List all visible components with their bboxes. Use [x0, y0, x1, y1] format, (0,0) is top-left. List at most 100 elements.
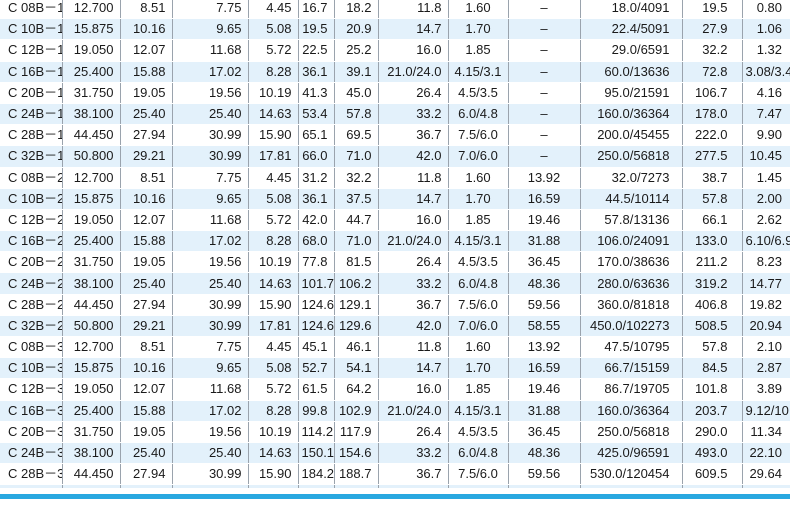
table-cell: 30.99 — [171, 294, 248, 316]
table-cell: 57.8/13136 — [579, 209, 682, 232]
table-cell: 10.45 — [741, 145, 790, 168]
table-cell: 11.68 — [171, 378, 248, 401]
table-cell: 66.0 — [297, 145, 334, 168]
table-row: C 24B－2 38.100 25.40 25.40 14.63 101.7 106.2 33… — [0, 272, 790, 295]
table-cell: 25.40 — [171, 103, 248, 126]
table-cell: 37.5 — [333, 188, 378, 210]
table-cell: 4.5/3.5 — [447, 82, 508, 104]
table-cell: 44.7 — [333, 209, 378, 232]
table-cell: 1.85 — [447, 209, 508, 232]
table-cell: 30.99 — [171, 315, 248, 338]
table-cell: 406.8 — [681, 294, 742, 316]
table-cell: 14.77 — [741, 272, 790, 295]
table-cell: 25.400 — [61, 400, 120, 422]
table-cell: 50.800 — [61, 484, 120, 488]
table-cell: 19.56 — [171, 82, 248, 104]
table-cell: 1.70 — [447, 188, 508, 210]
table-cell: 15.90 — [247, 463, 298, 486]
table-cell: 38.100 — [61, 442, 120, 465]
table-row: C 10B－1 15.875 10.16 9.65 5.08 19.5 20.9 14.7 1.… — [0, 18, 790, 41]
chain-model-cell: C 16B－2 — [0, 230, 62, 253]
table-cell: 17.02 — [171, 400, 248, 422]
table-cell: 86.7/19705 — [579, 378, 682, 401]
table-cell: 15.88 — [119, 400, 172, 422]
table-cell: – — [507, 39, 580, 62]
chain-model-cell: C 12B－2 — [0, 209, 62, 232]
chain-model-cell: C 24B－1 — [0, 103, 62, 126]
table-cell: 7.75 — [171, 167, 248, 189]
table-cell: 53.4 — [297, 103, 334, 126]
table-cell: 8.28 — [247, 61, 298, 83]
table-cell: 508.5 — [681, 315, 742, 338]
table-cell: 16.0 — [377, 39, 448, 62]
table-cell: 32.2 — [333, 167, 378, 189]
table-cell: 18.0/4091 — [579, 0, 682, 20]
table-cell: – — [507, 18, 580, 41]
table-cell: 15.875 — [61, 18, 120, 41]
table-cell: 25.2 — [333, 39, 378, 62]
table-cell: 27.94 — [119, 294, 172, 316]
table-cell: 6.0/4.8 — [447, 103, 508, 126]
table-cell: 20.94 — [741, 315, 790, 338]
table-cell: 66.1 — [681, 209, 742, 232]
table-row: C 10B－3 15.875 10.16 9.65 5.08 52.7 54.1 14.7 1.… — [0, 357, 790, 380]
table-cell: 22.5 — [297, 39, 334, 62]
table-cell: – — [507, 103, 580, 126]
table-cell: 7.0/6.0 — [447, 315, 508, 338]
table-cell: 16.0 — [377, 209, 448, 232]
table-cell: 26.4 — [377, 82, 448, 104]
chain-model-cell: C 08B－2 — [0, 167, 62, 189]
table-cell: 64.2 — [333, 378, 378, 401]
table-cell: 101.8 — [681, 378, 742, 401]
table-cell: 1.60 — [447, 0, 508, 20]
table-cell: 50.800 — [61, 315, 120, 338]
table-cell: 5.72 — [247, 39, 298, 62]
chain-model-cell: C 12B－1 — [0, 39, 62, 62]
table-cell: 1.60 — [447, 167, 508, 189]
table-cell: 59.56 — [507, 294, 580, 316]
table-cell: 15.90 — [247, 294, 298, 316]
table-row: C 16B－3 25.400 15.88 17.02 8.28 99.8 102.9 21.0… — [0, 400, 790, 422]
table-cell: 15.875 — [61, 188, 120, 210]
table-cell: 36.1 — [297, 188, 334, 210]
table-cell: 6.10/6.92 — [741, 230, 790, 253]
table-cell: 19.46 — [507, 209, 580, 232]
table-cell: 42.0 — [377, 145, 448, 168]
table-cell: 33.2 — [377, 442, 448, 465]
table-cell: 29.0/6591 — [579, 39, 682, 62]
table-cell: 46.1 — [333, 336, 378, 359]
table-cell: 154.6 — [333, 442, 378, 465]
table-cell: 25.40 — [119, 272, 172, 295]
table-cell: 7.5/6.0 — [447, 124, 508, 147]
table-cell: 38.100 — [61, 272, 120, 295]
table-cell: 41.3 — [297, 82, 334, 104]
chain-model-cell: C 16B－3 — [0, 400, 62, 422]
chain-model-cell: C 28B－1 — [0, 124, 62, 147]
table-cell: 22.10 — [741, 442, 790, 465]
table-cell: 4.45 — [247, 0, 298, 20]
table-cell: 4.16 — [741, 82, 790, 104]
table-row: C 28B－3 44.450 27.94 30.99 15.90 184.2 188.7 36… — [0, 463, 790, 486]
table-cell: 222.0 — [681, 124, 742, 147]
chain-model-cell: C 16B－1 — [0, 61, 62, 83]
table-cell: 11.8 — [377, 167, 448, 189]
table-row: C 28B－1 44.450 27.94 30.99 15.90 65.1 69.5 36.7… — [0, 124, 790, 147]
table-cell: 8.51 — [119, 167, 172, 189]
table-cell: 16.7 — [297, 0, 334, 20]
table-cell: 114.2 — [297, 421, 334, 443]
table-cell: 8.51 — [119, 0, 172, 20]
table-cell: 25.40 — [119, 442, 172, 465]
table-cell: 29.64 — [741, 463, 790, 486]
chain-model-cell: C 08B－1 — [0, 0, 62, 20]
table-cell: 19.5 — [297, 18, 334, 41]
table-cell: 0.80 — [741, 0, 790, 20]
table-cell: 44.450 — [61, 463, 120, 486]
table-cell: 19.46 — [507, 378, 580, 401]
table-cell: 17.81 — [247, 484, 298, 488]
table-cell: – — [507, 0, 580, 20]
table-cell: 1.70 — [447, 18, 508, 41]
table-cell: 124.6 — [297, 294, 334, 316]
table-cell: 21.0/24.0 — [377, 61, 448, 83]
table-cell: 1.85 — [447, 39, 508, 62]
table-cell: 99.8 — [297, 400, 334, 422]
